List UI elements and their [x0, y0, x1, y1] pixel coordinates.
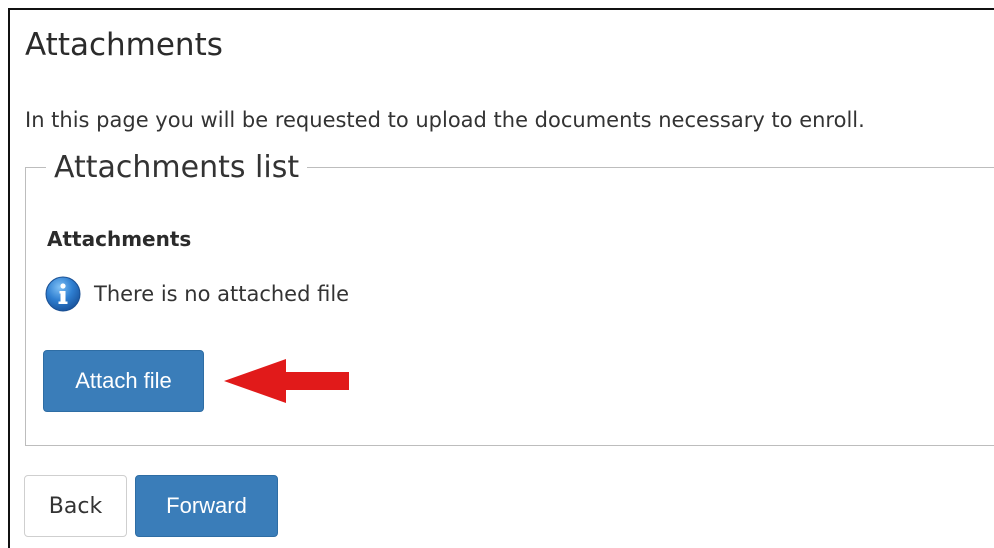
- forward-button[interactable]: Forward: [135, 475, 278, 537]
- page-intro: In this page you will be requested to up…: [25, 108, 865, 132]
- attach-file-button[interactable]: Attach file: [43, 350, 204, 412]
- no-file-text: There is no attached file: [94, 282, 350, 306]
- red-arrow-icon: [224, 359, 349, 403]
- attachments-list-legend: Attachments list: [46, 153, 308, 183]
- no-file-message: There is no attached file: [45, 276, 349, 312]
- attachments-list-fieldset: Attachments list Attachments There is no…: [25, 153, 994, 446]
- info-icon: [45, 276, 81, 312]
- page-title: Attachments: [25, 27, 223, 63]
- back-button[interactable]: Back: [24, 475, 127, 537]
- attachments-heading: Attachments: [47, 227, 192, 251]
